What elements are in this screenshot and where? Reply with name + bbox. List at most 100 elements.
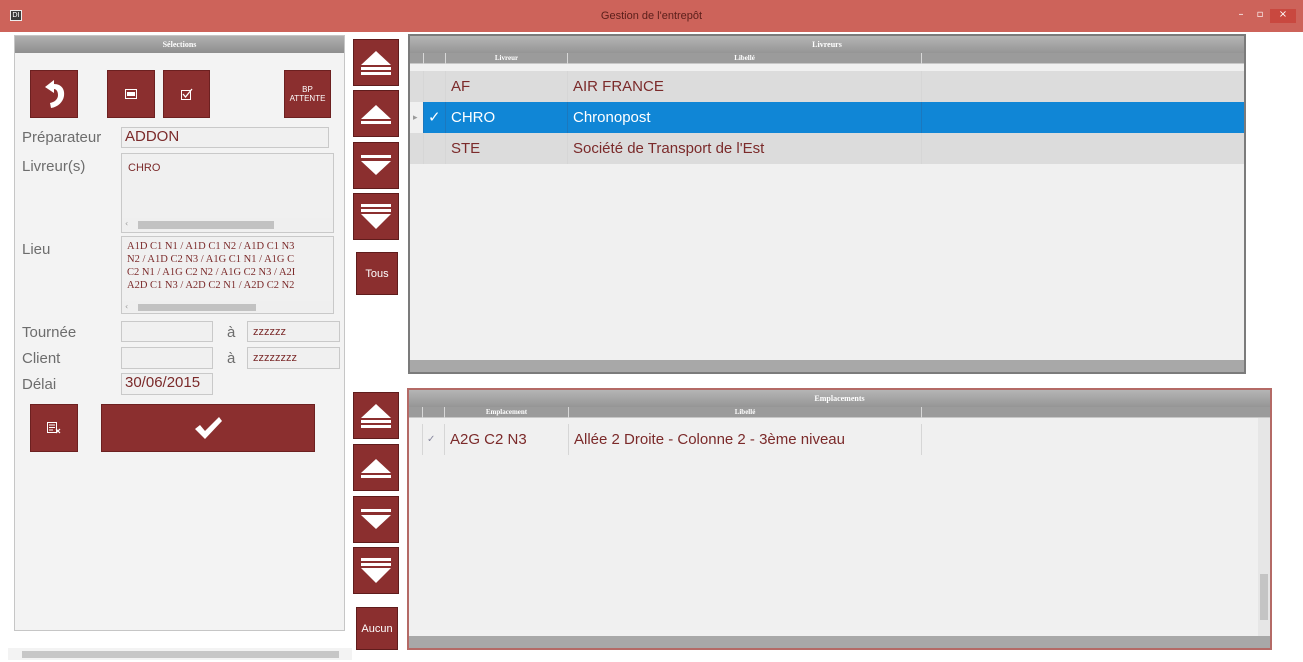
move-up-icon	[361, 104, 391, 124]
livreurs-grid-header: Livreur Libellé	[410, 53, 1244, 64]
preparateur-label: Préparateur	[22, 129, 102, 146]
livreurs-last-button[interactable]	[353, 193, 399, 240]
lieu-scroll-thumb[interactable]	[138, 304, 256, 311]
bp-attente-label-1: BP	[302, 85, 313, 94]
lieu-line: C2 N1 / A1G C2 N2 / A1G C2 N3 / A2I	[127, 267, 296, 278]
lieu-text: A1D C1 N1 / A1D C1 N2 / A1D C1 N3 N2 / A…	[127, 240, 334, 303]
move-last-icon	[361, 557, 391, 583]
aucun-button[interactable]: Aucun	[356, 607, 398, 650]
table-row[interactable]: ✓ A2G C2 N3 Allée 2 Droite - Colonne 2 -…	[409, 424, 1258, 455]
table-row[interactable]: STE Société de Transport de l'Est	[410, 133, 1244, 164]
cell-code: CHRO	[446, 102, 568, 133]
selections-header: Sélections	[15, 36, 344, 53]
table-row[interactable]: AF AIR FRANCE	[410, 71, 1244, 102]
row-indicator	[410, 71, 424, 102]
lieu-line: A2D C1 N3 / A2D C2 N1 / A2D C2 N2	[127, 280, 295, 291]
scroll-left-icon[interactable]: ‹	[125, 219, 128, 228]
move-first-icon	[361, 50, 391, 75]
clear-filters-button[interactable]	[30, 404, 78, 452]
livreurs-first-button[interactable]	[353, 39, 399, 86]
emplacements-vscroll[interactable]	[1258, 418, 1270, 636]
emplacements-grid-footer	[409, 636, 1270, 648]
validate-button[interactable]	[101, 404, 315, 452]
cell-code: A2G C2 N3	[445, 424, 569, 455]
lieu-hscroll[interactable]: ‹	[122, 301, 333, 312]
livreurs-label: Livreur(s)	[22, 158, 86, 175]
minus-box-icon	[125, 89, 137, 99]
col-libelle-header[interactable]: Libellé	[569, 407, 922, 418]
cell-code: STE	[446, 133, 568, 164]
tournee-from-field[interactable]	[121, 321, 213, 342]
tournee-to-field[interactable]: zzzzzz	[247, 321, 340, 342]
livreurs-grid: Livreurs Livreur Libellé AF AIR FRANCE ▸…	[408, 34, 1246, 374]
row-indicator	[410, 133, 424, 164]
check-header-cell	[423, 407, 445, 418]
client-to-field[interactable]: zzzzzzzz	[247, 347, 340, 369]
tous-button[interactable]: Tous	[356, 252, 398, 295]
move-first-icon	[361, 403, 391, 428]
table-row-selected[interactable]: ▸ ✓ CHRO Chronopost	[410, 102, 1244, 133]
move-down-icon	[361, 154, 391, 175]
close-button[interactable]: ×	[1270, 9, 1296, 23]
livreurs-scroll-thumb[interactable]	[138, 221, 274, 229]
tournee-a-label: à	[227, 324, 236, 341]
back-button[interactable]	[30, 70, 78, 118]
emplacements-grid: Emplacements Emplacement Libellé ✓ A2G C…	[407, 388, 1272, 650]
move-down-icon	[361, 508, 391, 529]
move-up-icon	[361, 458, 391, 478]
emplacements-up-button[interactable]	[353, 444, 399, 491]
lieu-label: Lieu	[22, 241, 51, 258]
cell-label: Allée 2 Droite - Colonne 2 - 3ème niveau	[569, 424, 922, 455]
livreurs-up-button[interactable]	[353, 90, 399, 137]
emplacements-grid-header: Emplacement Libellé	[409, 407, 1270, 418]
select-all-button[interactable]	[163, 70, 210, 118]
scroll-left-icon[interactable]: ‹	[125, 302, 128, 311]
cell-label: Chronopost	[568, 102, 922, 133]
back-arrow-icon	[45, 80, 65, 108]
maximize-button[interactable]: ▫	[1252, 9, 1268, 23]
col-libelle-header[interactable]: Libellé	[568, 53, 922, 64]
cell-label: Société de Transport de l'Est	[568, 133, 922, 164]
move-last-icon	[361, 203, 391, 229]
delai-label: Délai	[22, 376, 57, 393]
row-indicator	[409, 424, 423, 455]
client-a-label: à	[227, 350, 236, 367]
emplacements-down-button[interactable]	[353, 496, 399, 543]
row-check[interactable]: ✓	[423, 424, 445, 455]
row-indicator-icon: ▸	[410, 102, 424, 133]
livreurs-grid-title: Livreurs	[410, 36, 1244, 53]
minimize-button[interactable]: –	[1233, 9, 1249, 23]
livreurs-down-button[interactable]	[353, 142, 399, 189]
window-title: Gestion de l'entrepôt	[600, 10, 703, 22]
row-header-cell	[410, 53, 424, 64]
livreurs-grid-footer	[410, 360, 1244, 372]
tournee-label: Tournée	[22, 324, 77, 341]
client-label: Client	[22, 350, 61, 367]
emplacements-first-button[interactable]	[353, 392, 399, 439]
row-check[interactable]	[424, 71, 446, 102]
bp-attente-label-2: ATTENTE	[289, 94, 326, 103]
preparateur-field[interactable]: ADDON	[121, 127, 329, 148]
emplacements-vscroll-thumb[interactable]	[1260, 574, 1268, 620]
emplacements-last-button[interactable]	[353, 547, 399, 594]
lieu-line: A1D C1 N1 / A1D C1 N2 / A1D C1 N3	[127, 241, 295, 252]
row-check[interactable]	[424, 133, 446, 164]
check-header-cell	[424, 53, 446, 64]
client-from-field[interactable]	[121, 347, 213, 369]
livreurs-hscroll[interactable]: ‹	[122, 218, 333, 230]
emplacements-grid-title: Emplacements	[409, 390, 1270, 407]
lieu-line: N2 / A1D C2 N3 / A1G C1 N1 / A1G C	[127, 254, 295, 265]
delai-field[interactable]: 30/06/2015	[121, 373, 213, 395]
deselect-all-button[interactable]	[107, 70, 155, 118]
cell-label: AIR FRANCE	[568, 71, 922, 102]
cell-code: AF	[446, 71, 568, 102]
livreurs-value: CHRO	[128, 162, 161, 174]
selections-scroll-thumb[interactable]	[22, 651, 339, 658]
bp-attente-button[interactable]: BP ATTENTE	[284, 70, 331, 118]
selections-hscroll[interactable]	[8, 648, 352, 660]
window-titlebar: DI Gestion de l'entrepôt – ▫ ×	[0, 0, 1303, 32]
col-emplacement-header[interactable]: Emplacement	[445, 407, 569, 418]
clear-filter-icon	[47, 422, 61, 434]
col-livreur-header[interactable]: Livreur	[446, 53, 568, 64]
row-check[interactable]: ✓	[424, 102, 446, 133]
